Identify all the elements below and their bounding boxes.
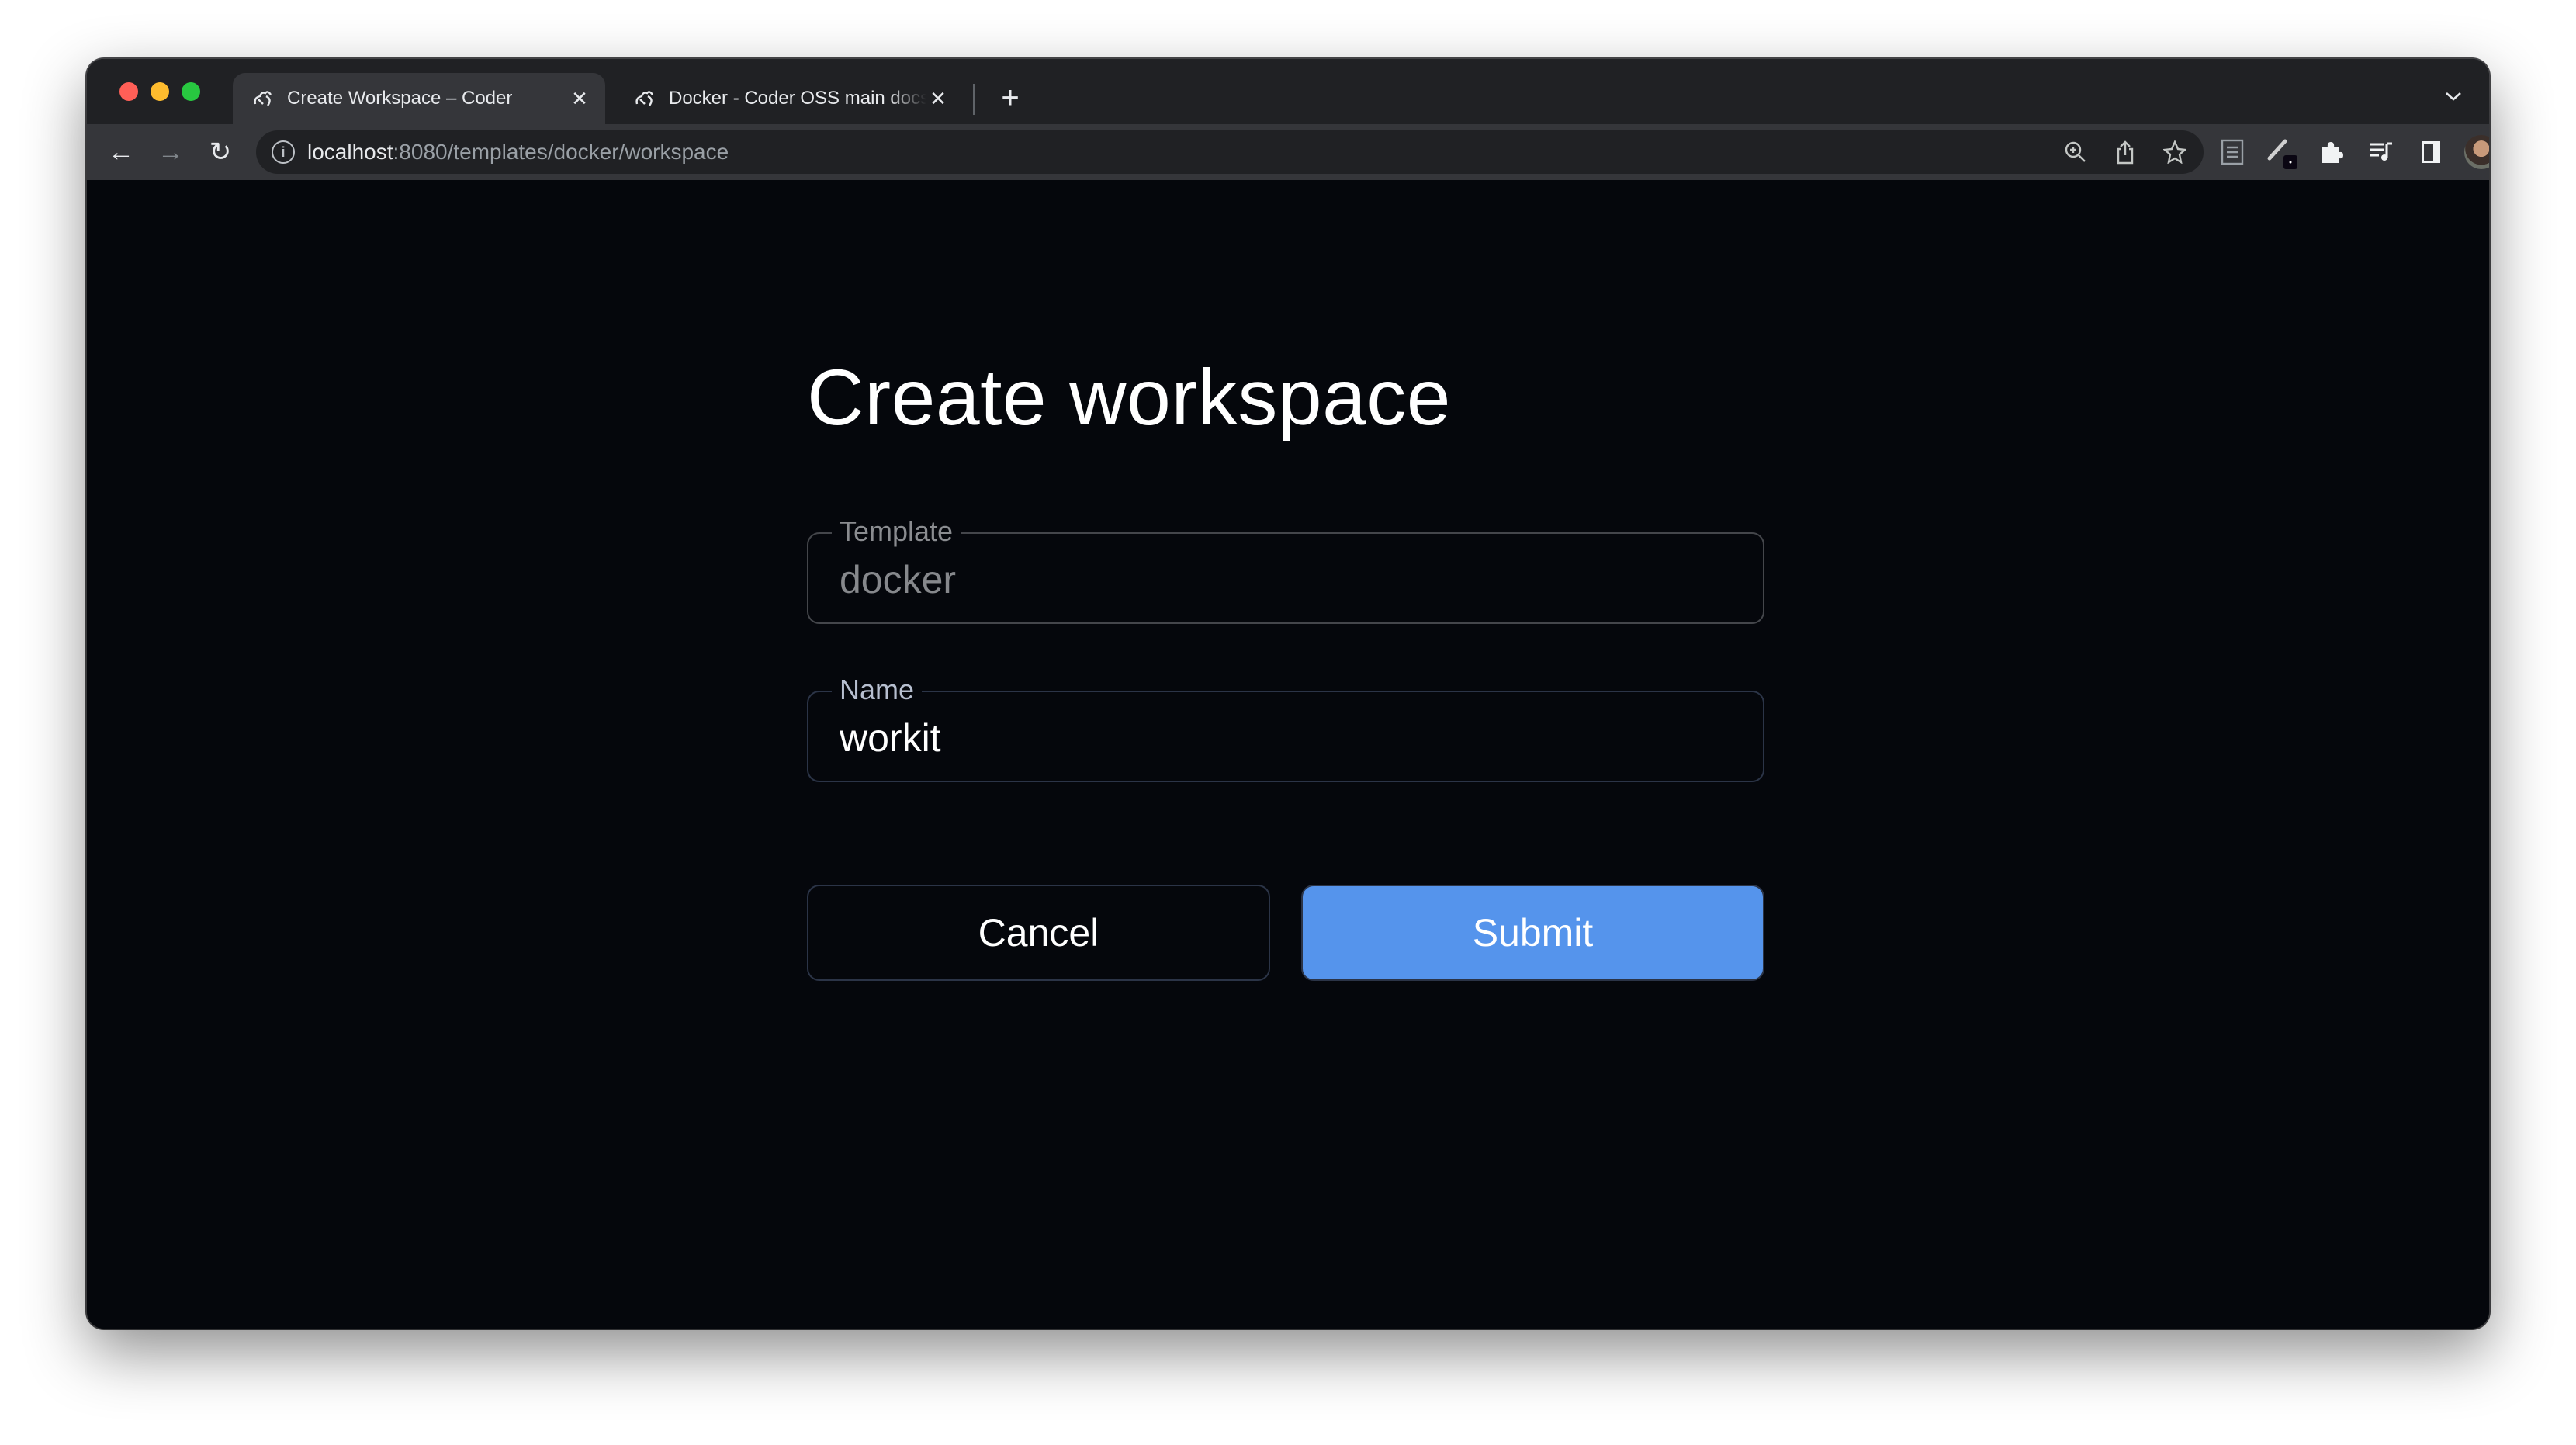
page-content: Create workspace Template Name Cancel Su…: [87, 180, 2489, 1329]
name-input[interactable]: [840, 716, 1693, 761]
bookmark-star-icon[interactable]: [2162, 139, 2188, 165]
tab-search-chevron-down-icon[interactable]: [2439, 82, 2467, 110]
browser-toolbar: ← → ↻ i localhost:8080/templates/docker/…: [87, 124, 2489, 180]
tab-docker-docs[interactable]: Docker - Coder OSS main docs ✕: [615, 73, 964, 124]
omnibox-actions: [2062, 130, 2188, 174]
name-label: Name: [832, 674, 923, 706]
reader-mode-icon[interactable]: [2216, 133, 2249, 171]
submit-button[interactable]: Submit: [1301, 885, 1764, 981]
close-window-button[interactable]: [119, 82, 138, 101]
tab-separator: [973, 84, 975, 115]
window-controls: [119, 82, 200, 101]
close-tab-icon[interactable]: ✕: [926, 87, 950, 110]
extensions-puzzle-icon[interactable]: [2315, 133, 2348, 171]
template-label: Template: [832, 515, 961, 548]
coder-logo-icon: [633, 87, 656, 110]
minimize-window-button[interactable]: [151, 82, 169, 101]
tab-title: Docker - Coder OSS main docs: [669, 88, 926, 109]
tab-bar: Create Workspace – Coder ✕ Docker - Code…: [87, 59, 2489, 124]
pen-extension-icon[interactable]: [2266, 133, 2298, 171]
forward-button[interactable]: →: [152, 133, 189, 171]
template-input: [840, 557, 1693, 602]
template-field: Template: [807, 515, 1764, 624]
close-tab-icon[interactable]: ✕: [568, 87, 591, 110]
maximize-window-button[interactable]: [182, 82, 200, 101]
side-panel-icon[interactable]: [2415, 133, 2447, 171]
tab-title: Create Workspace – Coder: [287, 88, 513, 109]
zoom-icon[interactable]: [2062, 139, 2089, 165]
coder-logo-icon: [251, 87, 275, 110]
page-title: Create workspace: [807, 353, 1452, 442]
new-tab-button[interactable]: +: [993, 81, 1027, 115]
url-path: :8080/templates/docker/workspace: [393, 140, 729, 164]
back-button[interactable]: ←: [102, 133, 140, 171]
media-queue-icon[interactable]: [2365, 133, 2398, 171]
share-icon[interactable]: [2112, 139, 2138, 165]
profile-avatar[interactable]: [2464, 135, 2489, 169]
url-host: localhost: [307, 140, 393, 164]
site-info-icon[interactable]: i: [272, 140, 295, 164]
browser-window: Create Workspace – Coder ✕ Docker - Code…: [87, 59, 2489, 1329]
cancel-button[interactable]: Cancel: [807, 885, 1270, 981]
extensions-area: [2216, 133, 2489, 171]
name-field[interactable]: Name: [807, 674, 1764, 782]
reload-button[interactable]: ↻: [202, 133, 239, 171]
address-bar[interactable]: i localhost:8080/templates/docker/worksp…: [256, 130, 2204, 174]
tab-create-workspace[interactable]: Create Workspace – Coder ✕: [233, 73, 605, 124]
url-text[interactable]: localhost:8080/templates/docker/workspac…: [307, 140, 729, 165]
